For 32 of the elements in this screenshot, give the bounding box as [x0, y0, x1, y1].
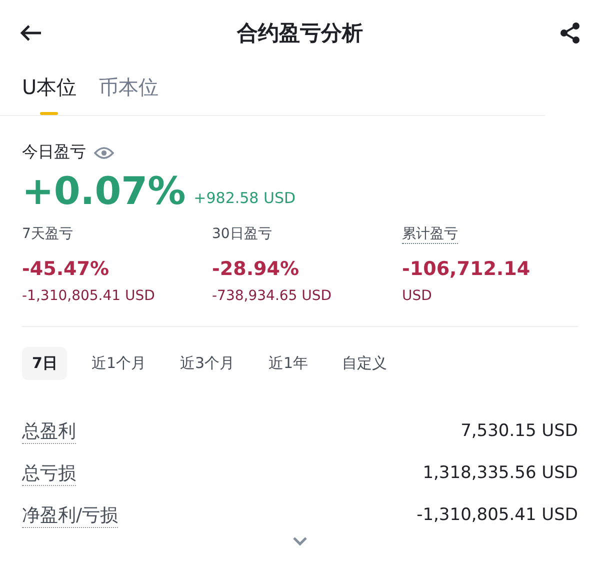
summary-label: 总盈利 [22, 418, 76, 444]
period-tab[interactable]: 近3个月 [170, 347, 245, 380]
eye-icon[interactable] [94, 146, 114, 160]
share-icon [558, 21, 582, 45]
stat-label: 7天盈亏 [22, 225, 73, 244]
stat-amount: USD [402, 288, 432, 304]
today-pnl-amount: +982.58 USD [194, 189, 296, 207]
stat-amount: -738,934.65 USD [212, 288, 332, 304]
stat-amount: -1,310,805.41 USD [22, 288, 155, 304]
stat-value: -45.47% [22, 258, 110, 280]
period-tab[interactable]: 自定义 [332, 347, 398, 380]
period-tab[interactable]: 近1个月 [81, 347, 156, 380]
period-tab[interactable]: 7日 [22, 347, 68, 380]
summary-label: 净盈利/亏损 [22, 502, 118, 528]
page-title: 合约盈亏分析 [237, 20, 363, 47]
today-pnl-percent: +0.07% [22, 169, 186, 213]
tab[interactable]: U本位 [22, 66, 77, 115]
today-pnl-label: 今日盈亏 [22, 142, 86, 163]
stat-label: 30日盈亏 [212, 225, 272, 244]
stat-value: -28.94% [212, 258, 300, 280]
period-tab[interactable]: 近1年 [258, 347, 318, 380]
chevron-down-icon[interactable] [292, 536, 308, 546]
tab[interactable]: 币本位 [98, 66, 159, 115]
stat-value: -106,712.14 [402, 258, 530, 280]
back-button[interactable] [20, 24, 42, 42]
summary-label: 总亏损 [22, 460, 76, 486]
stat-label: 累计盈亏 [402, 225, 458, 244]
share-button[interactable] [558, 21, 582, 45]
summary-value: 1,318,335.56 USD [422, 463, 578, 483]
summary-value: 7,530.15 USD [460, 421, 578, 441]
back-arrow-icon [20, 24, 42, 42]
summary-value: -1,310,805.41 USD [416, 505, 578, 525]
